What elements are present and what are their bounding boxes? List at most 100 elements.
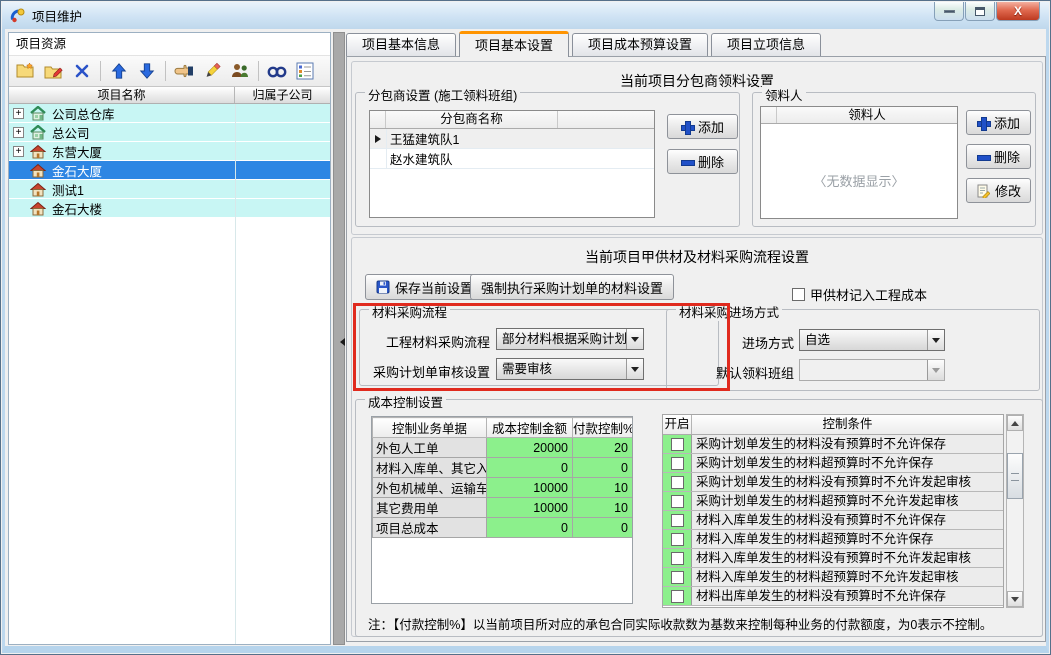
control-amount-value[interactable]: 20000 — [486, 437, 573, 458]
cost-control-row[interactable]: 其它费用单 10000 10 — [372, 497, 632, 518]
checkbox-icon[interactable] — [670, 494, 684, 508]
subcontractor-row[interactable]: 赵水建筑队 — [370, 149, 654, 169]
dropdown-arrow-icon[interactable] — [927, 330, 944, 350]
column-picker-name[interactable]: 领料人 — [777, 107, 957, 123]
save-settings-button[interactable]: 保存当前设置 — [365, 274, 485, 300]
condition-row[interactable]: 采购计划单发生的材料超预算时不允许保存 — [663, 454, 1003, 473]
view-detail-icon[interactable] — [293, 59, 317, 83]
select-hand-icon[interactable] — [172, 59, 196, 83]
column-subcontractor-name[interactable]: 分包商名称 — [386, 111, 558, 128]
checkbox-icon[interactable] — [670, 456, 684, 470]
find-icon[interactable] — [265, 59, 289, 83]
tab[interactable]: 项目基本信息 — [346, 33, 457, 56]
tree-row[interactable]: + 东营大厦 — [9, 142, 330, 161]
edit-folder-icon[interactable] — [42, 59, 66, 83]
control-amount-value[interactable]: 10000 — [486, 497, 573, 518]
scroll-up-icon[interactable] — [1007, 415, 1023, 431]
column-control-percent[interactable]: 付款控制% — [572, 417, 632, 438]
column-control-amount[interactable]: 成本控制金额 — [486, 417, 573, 438]
owner-material-cost-option[interactable]: 甲供材记入工程成本 — [792, 285, 927, 304]
condition-row[interactable]: 材料入库单发生的材料没有预算时不允许发起审核 — [663, 549, 1003, 568]
column-condition[interactable]: 控制条件 — [692, 415, 1003, 434]
delete-picker-button[interactable]: 删除 — [966, 144, 1031, 169]
condition-row[interactable]: 采购计划单发生的材料没有预算时不允许发起审核 — [663, 473, 1003, 492]
enabled-cell — [663, 473, 692, 491]
add-subcontractor-button[interactable]: 添加 — [667, 114, 738, 139]
procurement-section: 当前项目甲供材及材料采购流程设置 保存当前设置 强制执行采购计划单的材料设置 甲… — [351, 237, 1043, 637]
users-icon[interactable] — [228, 59, 252, 83]
cost-control-row[interactable]: 材料入库单、其它入库单 0 0 — [372, 457, 632, 478]
delete-icon[interactable] — [70, 59, 94, 83]
condition-row[interactable]: 采购计划单发生的材料超预算时不允许发起审核 — [663, 492, 1003, 511]
expand-icon[interactable]: + — [13, 107, 24, 119]
cost-control-row[interactable]: 外包机械单、运输车单 10000 10 — [372, 477, 632, 498]
checkbox-icon[interactable] — [670, 570, 684, 584]
delete-subcontractor-button[interactable]: 删除 — [667, 149, 738, 174]
conditions-table: 开启 控制条件 采购计划单发生的材料没有预算时不允许保存 采购计划单发生的材料超… — [662, 414, 1004, 608]
force-material-settings-button[interactable]: 强制执行采购计划单的材料设置 — [470, 274, 675, 300]
edit-pencil-icon[interactable] — [200, 59, 224, 83]
expand-icon[interactable]: + — [13, 145, 24, 157]
checkbox-icon[interactable] — [670, 513, 684, 527]
checkbox-icon[interactable] — [792, 288, 805, 301]
column-project-name[interactable]: 项目名称 — [9, 87, 235, 103]
cost-control-row[interactable]: 项目总成本 0 0 — [372, 517, 632, 538]
column-sub-company[interactable]: 归属子公司 — [235, 87, 330, 103]
expand-icon[interactable]: + — [13, 126, 24, 138]
condition-row[interactable]: 采购计划单发生的材料没有预算时不允许保存 — [663, 435, 1003, 454]
modify-picker-button[interactable]: 修改 — [966, 178, 1031, 203]
close-button[interactable]: X — [996, 2, 1040, 21]
minus-icon — [976, 151, 991, 163]
control-percent-value[interactable]: 0 — [572, 457, 632, 478]
column-control-doc[interactable]: 控制业务单据 — [372, 417, 487, 438]
tree-row-label: 总公司 — [52, 126, 90, 141]
control-percent-value[interactable]: 20 — [572, 437, 632, 458]
condition-row[interactable]: 材料出库单发生的材料没有预算时不允许保存 — [663, 587, 1003, 606]
checkbox-icon[interactable] — [670, 551, 684, 565]
move-up-icon[interactable] — [107, 59, 131, 83]
cost-control-table: 控制业务单据 成本控制金额 付款控制% 外包人工单 20000 20 材料入库单… — [371, 416, 633, 604]
add-picker-button[interactable]: 添加 — [966, 110, 1031, 135]
title-bar: 项目维护 X — [2, 2, 1049, 29]
panel-caption: 项目资源 — [9, 33, 330, 56]
checkbox-icon[interactable] — [670, 589, 684, 603]
control-percent-value[interactable]: 10 — [572, 477, 632, 498]
control-amount-value[interactable]: 0 — [486, 457, 573, 478]
checkbox-icon[interactable] — [670, 437, 684, 451]
control-percent-value[interactable]: 0 — [572, 517, 632, 538]
tab[interactable]: 项目基本设置 — [459, 31, 570, 57]
add-folder-icon[interactable] — [14, 59, 38, 83]
control-amount-value[interactable]: 0 — [486, 517, 573, 538]
tab[interactable]: 项目成本预算设置 — [572, 33, 709, 56]
checkbox-icon[interactable] — [670, 532, 684, 546]
minimize-button[interactable] — [934, 2, 964, 21]
checkbox-icon[interactable] — [670, 475, 684, 489]
condition-row[interactable]: 材料入库单发生的材料超预算时不允许发起审核 — [663, 568, 1003, 587]
tree-row[interactable]: + 公司总仓库 — [9, 104, 330, 123]
tree-row[interactable]: + 总公司 — [9, 123, 330, 142]
tree-row[interactable]: + 金石大楼 — [9, 199, 330, 218]
panel-splitter[interactable] — [333, 32, 345, 645]
move-down-icon[interactable] — [135, 59, 159, 83]
entry-mode-combobox[interactable]: 自选 — [799, 329, 945, 351]
group-label: 分包商设置 (施工领料班组) — [365, 85, 521, 104]
condition-row[interactable]: 材料入库单发生的材料没有预算时不允许保存 — [663, 511, 1003, 530]
conditions-scrollbar[interactable] — [1006, 414, 1024, 608]
tree-row[interactable]: + 金石大厦 — [9, 161, 330, 180]
tree-row[interactable]: + 测试1 — [9, 180, 330, 199]
control-amount-value[interactable]: 10000 — [486, 477, 573, 498]
section-title: 当前项目甲供材及材料采购流程设置 — [585, 249, 809, 265]
condition-row[interactable]: 材料入库单发生的材料超预算时不允许保存 — [663, 530, 1003, 549]
control-percent-value[interactable]: 10 — [572, 497, 632, 518]
tab[interactable]: 项目立项信息 — [711, 33, 822, 56]
tree-row-label: 公司总仓库 — [52, 107, 115, 122]
scroll-thumb[interactable] — [1007, 453, 1023, 499]
cost-control-row[interactable]: 外包人工单 20000 20 — [372, 437, 632, 458]
scroll-down-icon[interactable] — [1007, 591, 1023, 607]
subcontractor-row[interactable]: 王猛建筑队1 — [370, 129, 654, 149]
enabled-cell — [663, 568, 692, 586]
group-label: 领料人 — [762, 85, 806, 104]
column-enabled[interactable]: 开启 — [663, 415, 692, 434]
restore-button[interactable] — [965, 2, 995, 21]
checkbox-label: 甲供材记入工程成本 — [810, 288, 928, 303]
